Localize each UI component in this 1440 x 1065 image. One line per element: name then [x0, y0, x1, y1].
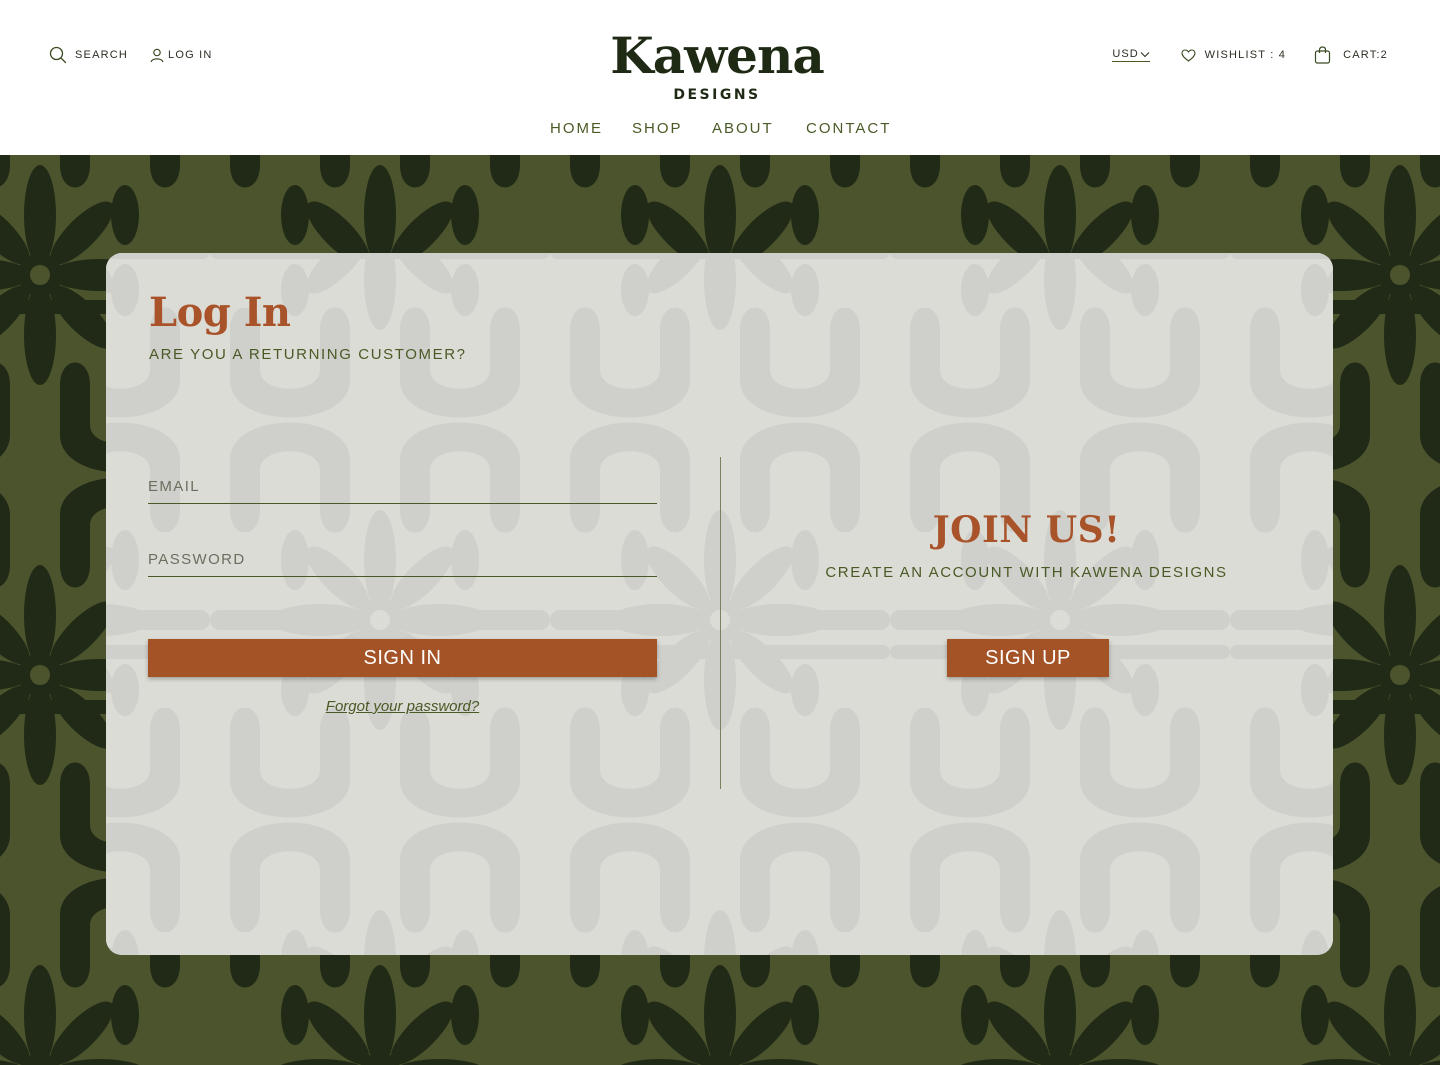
search-label: SEARCH [75, 49, 129, 61]
sign-in-button[interactable]: SIGN IN [148, 639, 657, 677]
email-field[interactable] [148, 469, 657, 503]
login-subtitle: ARE YOU A RETURNING CUSTOMER? [149, 346, 467, 363]
join-title: JOIN US! [932, 509, 1121, 551]
cart-link[interactable]: CART:2 [1314, 46, 1388, 64]
login-panel: Log In ARE YOU A RETURNING CUSTOMER? SIG… [106, 253, 1333, 955]
currency-label: USD [1112, 48, 1139, 60]
brand-sub: DESIGNS [673, 87, 761, 103]
login-title: Log In [149, 289, 291, 336]
nav-item-contact[interactable]: CONTACT [806, 120, 891, 137]
currency-selector[interactable]: USD [1112, 48, 1150, 62]
cart-label: CART:2 [1343, 49, 1388, 61]
brand-name: Kawena [610, 26, 824, 85]
heart-icon [1181, 48, 1196, 62]
shopping-bag-icon [1314, 46, 1331, 64]
sign-up-button[interactable]: SIGN UP [947, 639, 1109, 677]
login-link[interactable]: LOG IN [150, 48, 213, 63]
search-icon [49, 46, 67, 64]
login-label: LOG IN [168, 49, 213, 61]
wishlist-link[interactable]: WISHLIST : 4 [1181, 48, 1287, 62]
site-header: SEARCH LOG IN Kawena DESIGNS HOME SHOP A… [0, 0, 1440, 155]
nav-item-home[interactable]: HOME [550, 120, 603, 137]
brand-logo[interactable]: Kawena DESIGNS [586, 26, 848, 104]
chevron-down-icon [1140, 51, 1150, 57]
password-field-wrapper [148, 542, 657, 577]
panel-content: Log In ARE YOU A RETURNING CUSTOMER? SIG… [106, 253, 1333, 955]
nav-item-shop[interactable]: SHOP [632, 120, 683, 137]
wishlist-label: WISHLIST : 4 [1204, 49, 1287, 61]
vertical-divider [720, 457, 721, 789]
password-field[interactable] [148, 542, 657, 576]
header-right: USD WISHLIST : 4 CART:2 [1112, 46, 1388, 64]
user-icon [150, 48, 164, 62]
join-subtitle: CREATE AN ACCOUNT WITH KAWENA DESIGNS [825, 564, 1228, 581]
email-field-wrapper [148, 469, 657, 504]
header-left: SEARCH LOG IN [49, 46, 213, 64]
main-nav: HOME SHOP ABOUT CONTACT [0, 120, 1440, 140]
nav-item-about[interactable]: ABOUT [712, 120, 774, 137]
search-button[interactable]: SEARCH [49, 46, 128, 64]
forgot-password-link[interactable]: Forgot your password? [148, 698, 657, 715]
